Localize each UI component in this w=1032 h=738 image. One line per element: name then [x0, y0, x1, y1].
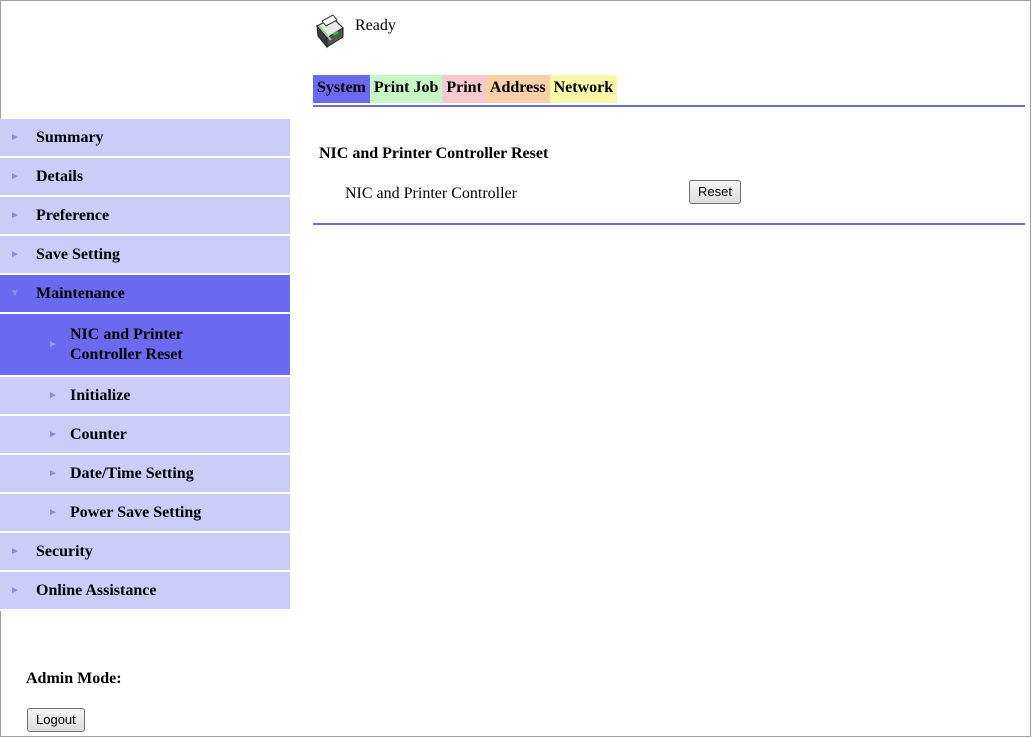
chevron-right-icon: ►: [48, 507, 58, 518]
tab-system[interactable]: System: [313, 75, 370, 103]
chevron-right-icon: ►: [10, 132, 20, 143]
sidebar-item-label: Power Save Setting: [70, 503, 202, 521]
status-text: Ready: [355, 17, 396, 34]
sidebar-subitem-counter[interactable]: ► Counter: [0, 416, 290, 455]
tab-address[interactable]: Address: [485, 75, 550, 103]
nic-controller-label: NIC and Printer Controller: [345, 185, 517, 202]
chevron-right-icon: ►: [10, 546, 20, 557]
sidebar-subitem-nic-reset[interactable]: ► NIC and Printer Controller Reset: [0, 314, 290, 377]
chevron-right-icon: ►: [48, 468, 58, 479]
sidebar-item-label: Details: [36, 167, 84, 185]
sidebar-subitem-date-time[interactable]: ► Date/Time Setting: [0, 455, 290, 494]
sidebar-item-preference[interactable]: ► Preference: [0, 197, 290, 236]
tab-print[interactable]: Print: [442, 75, 486, 103]
admin-mode-label: Admin Mode:: [26, 670, 122, 687]
header-divider: [313, 105, 1025, 107]
sidebar-subitem-power-save[interactable]: ► Power Save Setting: [0, 494, 290, 533]
sidebar-item-label: Date/Time Setting: [70, 464, 194, 482]
sidebar-subitem-initialize[interactable]: ► Initialize: [0, 377, 290, 416]
reset-button[interactable]: Reset: [689, 180, 741, 204]
sidebar-item-label: Preference: [36, 206, 110, 224]
sidebar-item-label: Save Setting: [36, 245, 120, 263]
tab-network[interactable]: Network: [549, 75, 618, 103]
sidebar-item-maintenance[interactable]: ▼ Maintenance: [0, 275, 290, 314]
chevron-right-icon: ►: [10, 585, 20, 596]
printer-status-icon: [313, 14, 347, 50]
tab-print-job[interactable]: Print Job: [369, 75, 443, 103]
section-title: NIC and Printer Controller Reset: [319, 145, 549, 162]
chevron-down-icon: ▼: [10, 288, 20, 299]
sidebar-item-save-setting[interactable]: ► Save Setting: [0, 236, 290, 275]
sidebar-item-label: Summary: [36, 128, 104, 146]
sidebar-item-details[interactable]: ► Details: [0, 158, 290, 197]
sidebar: ► Summary ► Details ► Preference ► Save …: [0, 119, 290, 611]
sidebar-item-label: NIC and Printer Controller Reset: [70, 325, 183, 365]
chevron-right-icon: ►: [48, 339, 58, 350]
sidebar-item-label: Maintenance: [36, 284, 125, 302]
sidebar-item-label: Initialize: [70, 386, 131, 404]
sidebar-item-online-assistance[interactable]: ► Online Assistance: [0, 572, 290, 611]
printer-status: Ready: [313, 14, 396, 50]
chevron-right-icon: ►: [48, 390, 58, 401]
sidebar-item-summary[interactable]: ► Summary: [0, 119, 290, 158]
chevron-right-icon: ►: [48, 429, 58, 440]
sidebar-item-label: Counter: [70, 425, 127, 443]
label-line-1: NIC and Printer: [70, 325, 183, 343]
sidebar-item-security[interactable]: ► Security: [0, 533, 290, 572]
chevron-right-icon: ►: [10, 249, 20, 260]
main-tabs: System Print Job Print Address Network: [313, 75, 618, 103]
sidebar-item-label: Online Assistance: [36, 581, 157, 599]
content-divider: [313, 223, 1025, 225]
sidebar-item-label: Security: [36, 542, 93, 560]
logout-button[interactable]: Logout: [27, 708, 85, 732]
chevron-right-icon: ►: [10, 210, 20, 221]
chevron-right-icon: ►: [10, 171, 20, 182]
label-line-2: Controller Reset: [70, 345, 183, 363]
